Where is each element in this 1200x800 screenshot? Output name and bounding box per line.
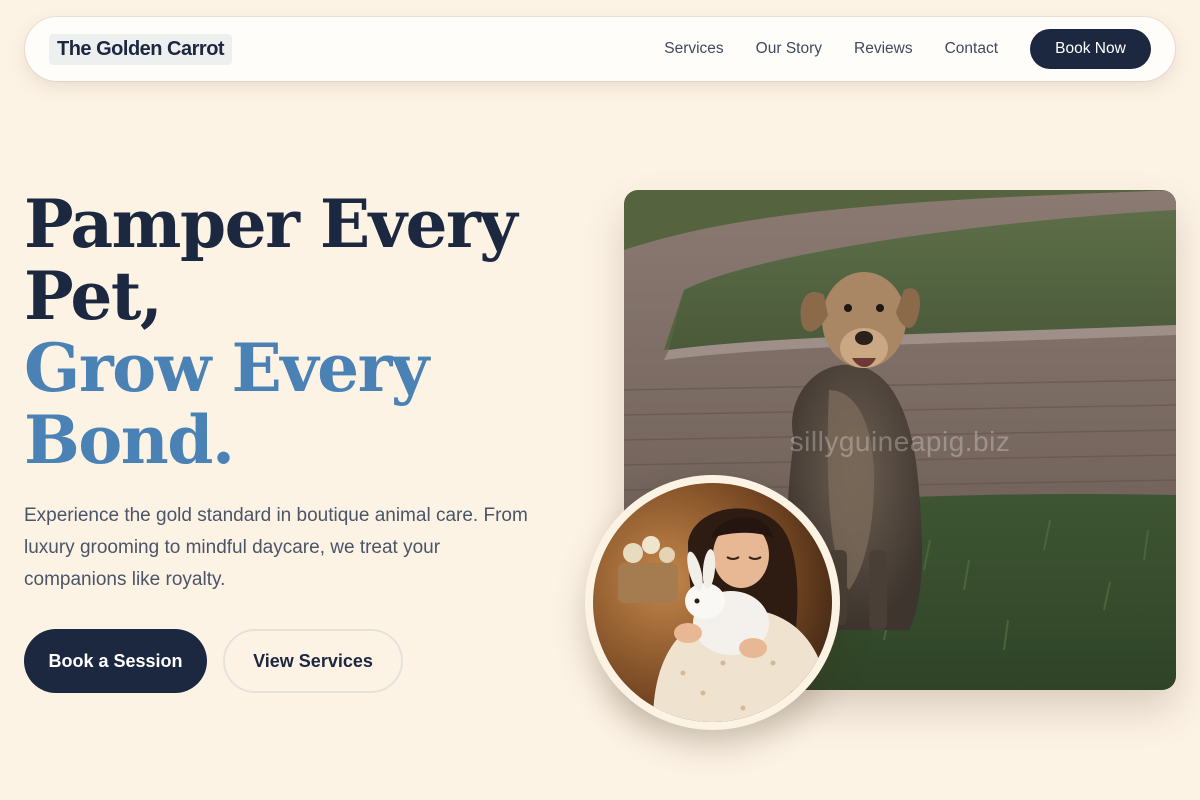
book-now-button[interactable]: Book Now (1030, 29, 1151, 69)
photo-watermark: sillyguineapig.biz (789, 426, 1011, 457)
headline-line-1: Pamper Every (24, 185, 518, 263)
headline-line-4: Bond. (24, 401, 235, 479)
nav-link-contact[interactable]: Contact (945, 40, 998, 58)
hero-subtext: Experience the gold standard in boutique… (24, 505, 528, 590)
headline-line-2: Pet, (24, 257, 163, 335)
nav-link-our-story[interactable]: Our Story (756, 40, 822, 58)
book-session-button[interactable]: Book a Session (24, 629, 207, 693)
hero-headline: Pamper Every Pet, Grow Every Bond. (24, 188, 584, 476)
inset-photo-frame (593, 483, 832, 722)
brand-logo[interactable]: The Golden Carrot (49, 33, 233, 65)
nav-link-reviews[interactable]: Reviews (854, 40, 913, 58)
woman-rabbit-illustration (593, 483, 832, 722)
nav-link-services[interactable]: Services (664, 40, 723, 58)
navbar: The Golden Carrot Services Our Story Rev… (25, 17, 1175, 81)
nav-links: Services Our Story Reviews Contact Book … (664, 29, 1151, 69)
view-services-button[interactable]: View Services (223, 629, 403, 693)
headline-line-3: Grow Every (24, 329, 429, 407)
hero-photo-woman-rabbit (585, 475, 840, 730)
